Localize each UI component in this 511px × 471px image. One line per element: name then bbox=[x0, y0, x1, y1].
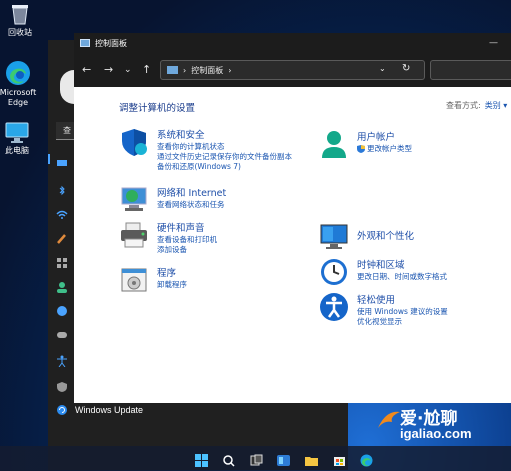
privacy-nav-icon[interactable] bbox=[56, 378, 68, 392]
refresh-icon[interactable]: ↻ bbox=[402, 63, 410, 74]
start-windows-icon[interactable] bbox=[195, 452, 208, 467]
clock-icon bbox=[319, 257, 349, 287]
search-icon[interactable] bbox=[222, 452, 235, 467]
category-link[interactable]: 添加设备 bbox=[157, 244, 187, 255]
update-icon bbox=[57, 405, 67, 415]
accessibility-icon bbox=[319, 292, 349, 322]
this-pc-desktop-icon[interactable]: 此电脑 bbox=[0, 122, 37, 156]
recycle-bin-label: 回收站 bbox=[8, 28, 32, 37]
recent-chevron-down-icon[interactable]: ⌄ bbox=[124, 65, 132, 75]
view-by-control: 查看方式: 类别 ▾ bbox=[446, 100, 507, 111]
appearance-monitor-icon bbox=[319, 222, 349, 252]
edge-taskbar-icon[interactable] bbox=[360, 452, 373, 467]
brush-nav-icon[interactable] bbox=[56, 230, 68, 244]
display-nav-icon[interactable] bbox=[56, 154, 68, 166]
address-bar[interactable]: › 控制面板 › ⌄ ↻ bbox=[160, 60, 425, 80]
window-title: 控制面板 bbox=[95, 38, 127, 48]
breadcrumb-separator: › bbox=[183, 65, 187, 75]
store-icon[interactable] bbox=[333, 452, 346, 466]
category-link-text: 更改帐户类型 bbox=[367, 144, 412, 153]
category-link[interactable]: 查看网络状态和任务 bbox=[157, 199, 225, 210]
back-arrow-icon[interactable]: ← bbox=[82, 63, 91, 76]
apps-nav-icon[interactable] bbox=[56, 254, 68, 268]
category-link[interactable]: 备份和还原(Windows 7) bbox=[157, 161, 241, 172]
category-link[interactable]: 优化视觉显示 bbox=[357, 316, 402, 327]
wifi-nav-icon[interactable] bbox=[56, 206, 68, 219]
category-title[interactable]: 硬件和声音 bbox=[157, 220, 205, 234]
control-panel-small-icon bbox=[167, 66, 178, 74]
category-title[interactable]: 轻松使用 bbox=[357, 292, 395, 306]
programs-icon bbox=[119, 265, 149, 295]
category-link[interactable]: 卸载程序 bbox=[157, 279, 187, 290]
taskbar bbox=[0, 446, 511, 471]
control-panel-content: 调整计算机的设置 查看方式: 类别 ▾ 系统和安全 查看你的计算机状态 通过文件历… bbox=[74, 87, 511, 403]
settings-search-fragment[interactable]: 查 bbox=[56, 122, 76, 140]
computer-icon bbox=[5, 122, 29, 144]
recycle-bin-desktop-icon[interactable]: 回收站 bbox=[0, 2, 40, 38]
forward-arrow-icon[interactable]: → bbox=[104, 63, 113, 76]
category-title[interactable]: 程序 bbox=[157, 265, 176, 279]
shield-icon bbox=[119, 127, 149, 157]
minimize-button[interactable]: — bbox=[489, 38, 498, 48]
view-by-dropdown[interactable]: 类别 ▾ bbox=[485, 101, 508, 110]
address-dropdown-chevron-icon[interactable]: ⌄ bbox=[379, 64, 386, 73]
breadcrumb-separator: › bbox=[228, 65, 232, 75]
windows-update-nav-item[interactable]: Windows Update bbox=[56, 404, 143, 416]
file-explorer-icon[interactable] bbox=[305, 452, 318, 466]
navigation-bar: ← → ⌄ ↑ › 控制面板 › ⌄ ↻ bbox=[74, 53, 511, 87]
this-pc-label: 此电脑 bbox=[5, 146, 29, 155]
category-title[interactable]: 时钟和区域 bbox=[357, 257, 405, 271]
bluetooth-nav-icon[interactable] bbox=[56, 182, 68, 196]
category-title[interactable]: 网络和 Internet bbox=[157, 185, 226, 199]
watermark-url-text: igaliao.com bbox=[400, 426, 472, 441]
category-title[interactable]: 用户帐户 bbox=[357, 129, 395, 143]
edge-label: Microsoft Edge bbox=[0, 88, 37, 107]
time-nav-icon[interactable] bbox=[56, 302, 68, 316]
user-accounts-icon bbox=[319, 129, 349, 159]
control-panel-window: 控制面板 — ← → ⌄ ↑ › 控制面板 › ⌄ ↻ 调整计算机的设置 查看方… bbox=[74, 33, 511, 403]
widgets-icon[interactable] bbox=[277, 452, 290, 466]
accessibility-nav-icon[interactable] bbox=[56, 352, 68, 368]
edge-desktop-icon[interactable]: Microsoft Edge bbox=[0, 60, 38, 108]
category-link[interactable]: 更改日期、时间或数字格式 bbox=[357, 271, 447, 282]
search-input[interactable] bbox=[430, 60, 511, 80]
title-bar[interactable]: 控制面板 — bbox=[74, 33, 511, 53]
category-title[interactable]: 外观和个性化 bbox=[357, 228, 414, 242]
settings-nav-rail bbox=[48, 140, 74, 420]
printer-icon bbox=[119, 220, 149, 250]
recycle-bin-icon bbox=[10, 2, 30, 26]
uac-shield-icon bbox=[357, 145, 365, 153]
page-heading: 调整计算机的设置 bbox=[119, 103, 196, 114]
windows-update-label: Windows Update bbox=[75, 405, 144, 415]
network-globe-icon bbox=[119, 185, 149, 215]
category-link[interactable]: 更改帐户类型 bbox=[357, 143, 412, 154]
accounts-nav-icon[interactable] bbox=[56, 278, 68, 293]
view-by-label: 查看方式: bbox=[446, 101, 481, 110]
gaming-nav-icon[interactable] bbox=[56, 326, 68, 338]
up-arrow-icon[interactable]: ↑ bbox=[142, 63, 151, 76]
task-view-icon[interactable] bbox=[250, 452, 263, 466]
nav-selected-indicator bbox=[48, 154, 50, 164]
breadcrumb-control-panel[interactable]: 控制面板 bbox=[191, 65, 223, 76]
category-title[interactable]: 系统和安全 bbox=[157, 127, 205, 141]
edge-icon bbox=[5, 60, 31, 86]
watermark-flame-icon bbox=[378, 411, 400, 428]
control-panel-title-icon bbox=[80, 39, 90, 47]
